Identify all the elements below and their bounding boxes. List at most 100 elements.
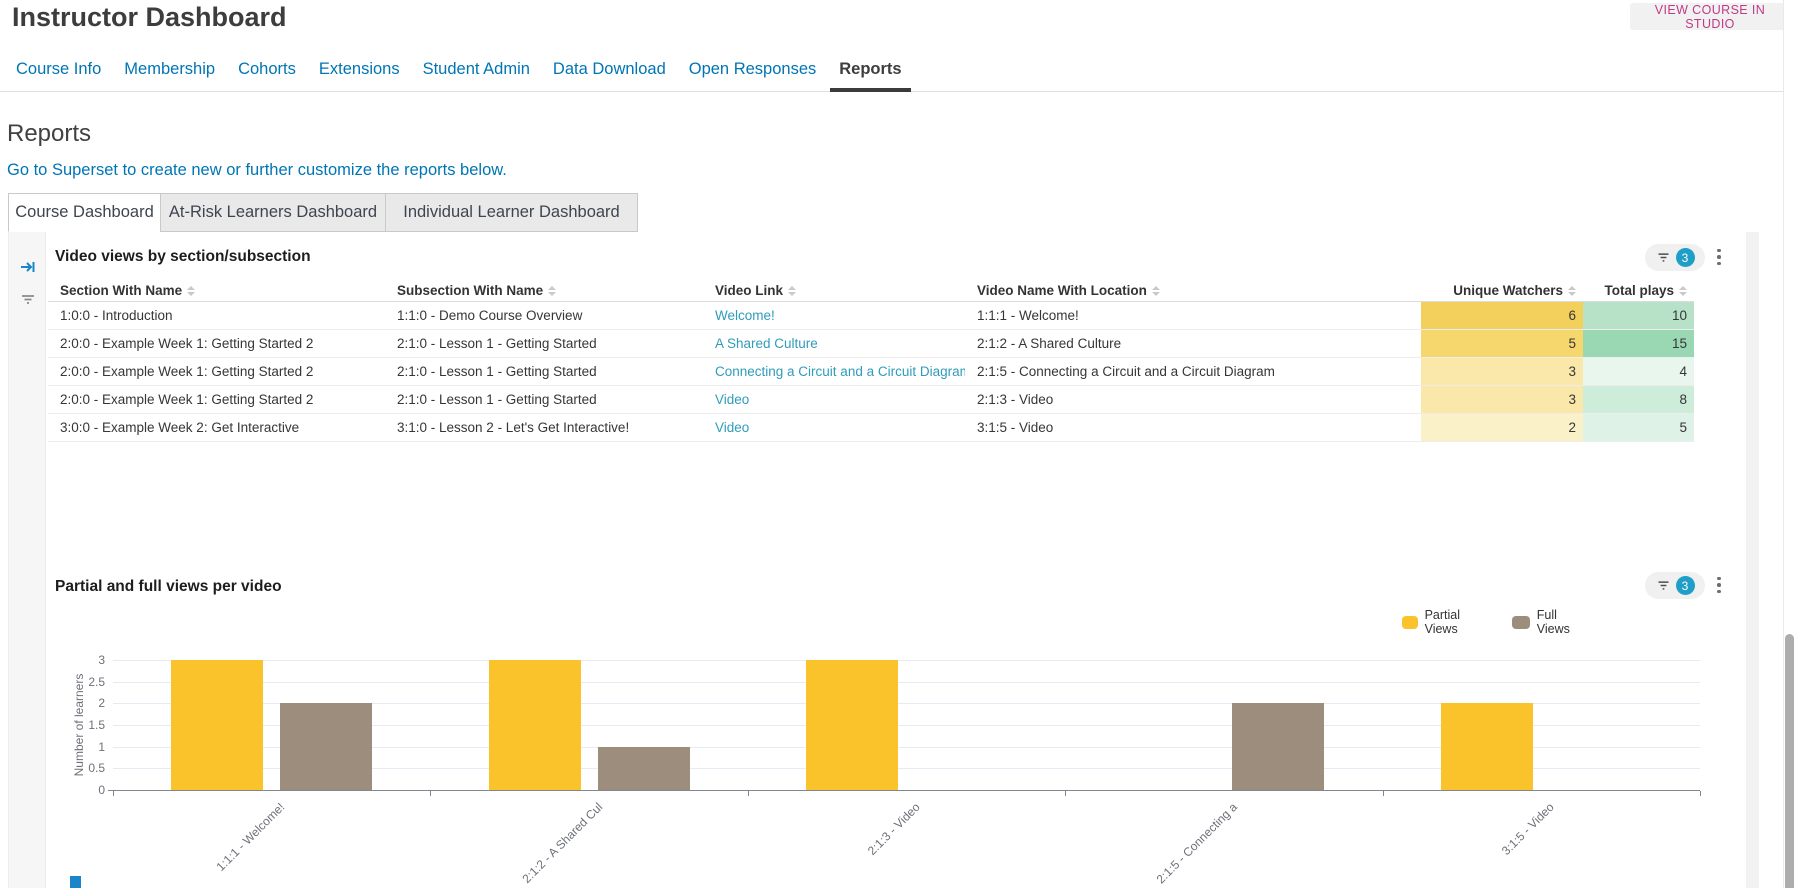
cell-total_plays: 4	[1583, 358, 1694, 385]
cell-video_name: 2:1:2 - A Shared Culture	[965, 330, 1421, 357]
nav-tab-extensions[interactable]: Extensions	[319, 60, 400, 79]
nav-tab-membership[interactable]: Membership	[124, 60, 215, 79]
bar-partial-views[interactable]	[489, 660, 581, 790]
gridline	[113, 660, 1700, 661]
x-axis-tick	[1700, 791, 1701, 796]
cell-video_link: A Shared Culture	[703, 330, 965, 357]
column-header-label: Subsection With Name	[397, 283, 543, 298]
cell-video_name: 2:1:5 - Connecting a Circuit and a Circu…	[965, 358, 1421, 385]
column-header-video-name-with-location[interactable]: Video Name With Location	[965, 280, 1421, 301]
cell-unique_watchers: 5	[1421, 330, 1583, 357]
cell-video_link: Video	[703, 386, 965, 413]
cell-total_plays: 5	[1583, 414, 1694, 441]
page-title: Instructor Dashboard	[12, 2, 287, 33]
bar-partial-views[interactable]	[806, 660, 898, 790]
x-axis-tick	[113, 791, 114, 796]
y-axis-tick-label: 1.5	[60, 718, 105, 732]
column-header-label: Section With Name	[60, 283, 182, 298]
cell-subsection: 2:1:0 - Lesson 1 - Getting Started	[385, 386, 703, 413]
cell-subsection: 2:1:0 - Lesson 1 - Getting Started	[385, 358, 703, 385]
bar-partial-views[interactable]	[1441, 703, 1533, 790]
table-row: 1:0:0 - Introduction1:1:0 - Demo Course …	[48, 302, 1694, 330]
nav-tab-course-info[interactable]: Course Info	[16, 60, 101, 79]
table-row: 2:0:0 - Example Week 1: Getting Started …	[48, 330, 1694, 358]
sort-icon	[1679, 286, 1687, 296]
gridline	[113, 682, 1700, 683]
video-link[interactable]: Connecting a Circuit and a Circuit Diagr…	[715, 364, 965, 379]
nav-tab-data-download[interactable]: Data Download	[553, 60, 666, 79]
chart-filter-badge: 3	[1676, 576, 1695, 595]
superset-link[interactable]: Go to Superset to create new or further …	[7, 161, 507, 180]
x-axis-tick	[748, 791, 749, 796]
y-axis-tick-label: 0	[60, 783, 105, 797]
bar-partial-views[interactable]	[171, 660, 263, 790]
page-scrollbar-thumb[interactable]	[1785, 634, 1794, 888]
column-header-video-link[interactable]: Video Link	[703, 280, 965, 301]
cell-video_name: 1:1:1 - Welcome!	[965, 302, 1421, 329]
page-scrollbar	[1783, 0, 1795, 888]
x-axis-category-label: 2:1:5 - Connecting a	[1153, 800, 1239, 886]
cell-total_plays: 15	[1583, 330, 1694, 357]
sort-icon	[548, 286, 556, 296]
dashboard-tabs: Course DashboardAt-Risk Learners Dashboa…	[9, 193, 638, 232]
dashboard-scrollbar-track[interactable]	[1746, 232, 1759, 888]
cell-unique_watchers: 2	[1421, 414, 1583, 441]
x-axis-tick	[1065, 791, 1066, 796]
cell-video_link: Welcome!	[703, 302, 965, 329]
column-header-section-with-name[interactable]: Section With Name	[48, 280, 385, 301]
bar-full-views[interactable]	[280, 703, 372, 790]
below-fold-chart-element	[70, 876, 81, 888]
reports-heading: Reports	[7, 120, 91, 148]
chart-kebab-menu[interactable]	[1712, 574, 1726, 596]
legend-label: Full Views	[1537, 608, 1577, 636]
cell-unique_watchers: 3	[1421, 386, 1583, 413]
y-axis-tick-label: 2	[60, 696, 105, 710]
video-link[interactable]: A Shared Culture	[715, 336, 818, 351]
cell-section: 2:0:0 - Example Week 1: Getting Started …	[48, 386, 385, 413]
nav-tab-reports[interactable]: Reports	[839, 60, 901, 79]
nav-tab-cohorts[interactable]: Cohorts	[238, 60, 296, 79]
x-axis-tick	[430, 791, 431, 796]
tab-course-dashboard[interactable]: Course Dashboard	[8, 193, 161, 232]
video-link[interactable]: Video	[715, 420, 749, 435]
video-link[interactable]: Welcome!	[715, 308, 775, 323]
sort-icon	[187, 286, 195, 296]
tab-individual-learner-dashboard[interactable]: Individual Learner Dashboard	[385, 193, 638, 232]
view-course-in-studio-button[interactable]: VIEW COURSE IN STUDIO	[1630, 3, 1790, 30]
legend-item-full-views[interactable]: Full Views	[1512, 608, 1577, 636]
tab-at-risk-learners-dashboard[interactable]: At-Risk Learners Dashboard	[160, 193, 386, 232]
nav-tab-open-responses[interactable]: Open Responses	[689, 60, 817, 79]
legend-swatch	[1512, 616, 1530, 629]
cell-subsection: 3:1:0 - Lesson 2 - Let's Get Interactive…	[385, 414, 703, 441]
table-kebab-menu[interactable]	[1712, 246, 1726, 268]
column-header-subsection-with-name[interactable]: Subsection With Name	[385, 280, 703, 301]
cell-total_plays: 8	[1583, 386, 1694, 413]
x-axis-category-label: 2:1:3 - Video	[865, 800, 923, 858]
column-header-total-plays[interactable]: Total plays	[1583, 280, 1694, 301]
sort-icon	[1152, 286, 1160, 296]
cell-unique_watchers: 3	[1421, 358, 1583, 385]
filter-funnel-icon[interactable]	[19, 290, 37, 308]
table-filter-count-pill[interactable]: 3	[1645, 244, 1705, 271]
legend-item-partial-views[interactable]: Partial Views	[1402, 608, 1469, 636]
legend-swatch	[1402, 616, 1418, 629]
cell-section: 2:0:0 - Example Week 1: Getting Started …	[48, 358, 385, 385]
table-card-title: Video views by section/subsection	[55, 248, 311, 266]
video-link[interactable]: Video	[715, 392, 749, 407]
chart-filter-count-pill[interactable]: 3	[1645, 572, 1705, 599]
cell-video_name: 2:1:3 - Video	[965, 386, 1421, 413]
x-axis-tick	[1383, 791, 1384, 796]
column-header-label: Video Name With Location	[977, 283, 1147, 298]
table-row: 3:0:0 - Example Week 2: Get Interactive3…	[48, 414, 1694, 442]
table-filter-badge: 3	[1676, 248, 1695, 267]
bar-full-views[interactable]	[1232, 703, 1324, 790]
nav-tab-student-admin[interactable]: Student Admin	[423, 60, 530, 79]
bar-full-views[interactable]	[598, 747, 690, 790]
column-header-unique-watchers[interactable]: Unique Watchers	[1421, 280, 1583, 301]
collapsed-filter-bar	[8, 232, 46, 888]
cell-video_link: Connecting a Circuit and a Circuit Diagr…	[703, 358, 965, 385]
column-header-label: Video Link	[715, 283, 783, 298]
legend-label: Partial Views	[1425, 608, 1470, 636]
y-axis-tick-label: 3	[60, 653, 105, 667]
expand-filter-bar-icon[interactable]	[19, 258, 37, 276]
